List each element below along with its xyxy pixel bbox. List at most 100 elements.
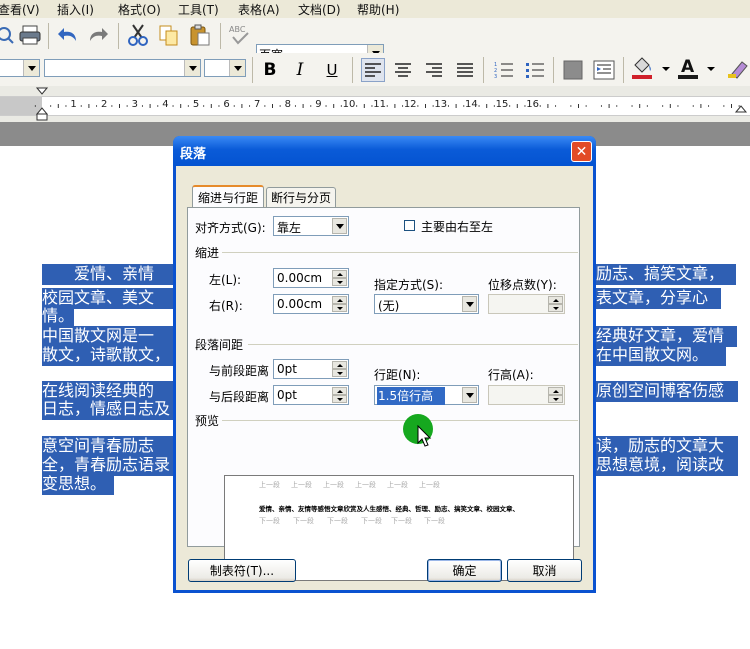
spin-down-icon[interactable] — [548, 395, 563, 403]
text-line[interactable]: 全，青春励志语录 — [42, 455, 173, 476]
close-button[interactable]: ✕ — [571, 141, 592, 162]
paste-icon[interactable] — [188, 23, 212, 47]
printer-icon[interactable] — [18, 23, 42, 47]
spin-up-icon[interactable] — [548, 387, 563, 395]
underline-icon[interactable]: U — [321, 59, 343, 81]
indent-icon[interactable] — [592, 58, 616, 82]
chevron-down-icon[interactable] — [462, 387, 477, 403]
text-line[interactable]: 爱情、亲情 — [42, 264, 173, 285]
spin-up-icon[interactable] — [332, 296, 347, 304]
shading-icon[interactable] — [561, 58, 585, 82]
indent-offset-input[interactable] — [488, 294, 565, 314]
tab-stops-button[interactable]: 制表符(T)... — [188, 559, 296, 582]
menu-table[interactable]: 表格(A) — [238, 1, 280, 18]
font-select[interactable] — [44, 59, 201, 77]
text-line[interactable]: 意空间青春励志 — [42, 436, 173, 457]
chevron-down-icon[interactable] — [23, 60, 39, 76]
chevron-down-icon[interactable] — [184, 60, 200, 76]
line-height-input[interactable] — [488, 385, 565, 405]
tab-line-page-breaks[interactable]: 断行与分页 — [266, 187, 336, 207]
ok-button[interactable]: 确定 — [427, 559, 502, 582]
print-preview-icon[interactable] — [0, 23, 16, 47]
menu-view[interactable]: 查看(V) — [0, 1, 40, 18]
special-indent-select[interactable]: (无) — [374, 294, 479, 314]
text-line[interactable]: 中国散文网是一 — [42, 326, 173, 347]
undo-icon[interactable] — [56, 23, 80, 47]
style-select[interactable] — [0, 59, 40, 77]
chevron-down-icon[interactable] — [707, 67, 715, 71]
line-spacing-select[interactable]: 1.5倍行高 — [374, 385, 479, 405]
cut-icon[interactable] — [126, 23, 150, 47]
spin-up-icon[interactable] — [332, 387, 347, 395]
italic-icon[interactable]: I — [289, 59, 311, 81]
chevron-down-icon[interactable] — [662, 67, 670, 71]
text-line[interactable]: 经典好文章，爱情 — [596, 326, 737, 347]
font-color-icon[interactable]: A — [676, 56, 700, 80]
cancel-button[interactable]: 取消 — [507, 559, 582, 582]
align-left-icon[interactable] — [361, 58, 385, 82]
text-line[interactable]: 读，励志的文章大 — [596, 436, 738, 457]
menu-insert[interactable]: 插入(I) — [57, 1, 94, 18]
font-size-select[interactable] — [204, 59, 246, 77]
bullet-list-icon[interactable] — [523, 58, 547, 82]
spin-up-icon[interactable] — [332, 361, 347, 369]
alignment-select[interactable]: 靠左 — [273, 216, 349, 236]
dialog-titlebar[interactable]: 段落 ✕ — [173, 136, 596, 166]
svg-text:ABC: ABC — [229, 25, 246, 34]
indent-left-input[interactable]: 0.00cm — [273, 268, 349, 288]
chevron-down-icon[interactable] — [229, 60, 245, 76]
copy-icon[interactable] — [157, 23, 181, 47]
text-line[interactable]: 表文章，分享心 — [596, 288, 721, 309]
horizontal-ruler[interactable]: 1 2 3 4 5 6 7 8 9 10 11 12 13 14 15 16 — [0, 86, 750, 123]
ruler-number: 5 — [192, 99, 200, 110]
chevron-down-icon[interactable] — [462, 296, 477, 312]
align-center-icon[interactable] — [391, 58, 415, 82]
ruler-number: 3 — [131, 99, 138, 110]
rtl-checkbox[interactable] — [404, 220, 415, 231]
text-line[interactable]: 日志，情感日志及 — [42, 399, 173, 420]
indent-offset-label: 位移点数(Y): — [488, 278, 557, 292]
preview-sample-text: 爱情、亲情、友情等感悟文章欣赏及人生感悟、经典、哲理、励志、搞笑文章、校园文章、 — [259, 505, 519, 513]
bold-icon[interactable]: B — [259, 59, 281, 81]
menu-help[interactable]: 帮助(H) — [357, 1, 399, 18]
line-spacing-label: 行距(N): — [374, 368, 421, 382]
tab-indent-spacing[interactable]: 缩进与行距 — [192, 185, 264, 207]
indent-marker-icon[interactable] — [36, 86, 48, 122]
text-line[interactable]: 在中国散文网。 — [596, 345, 726, 366]
spin-down-icon[interactable] — [332, 304, 347, 312]
preview-next-mark: 下一段 — [391, 517, 412, 525]
indent-right-input[interactable]: 0.00cm — [273, 294, 349, 314]
text-line[interactable]: 原创空间博客伤感 — [596, 381, 738, 402]
spin-up-icon[interactable] — [548, 296, 563, 304]
highlighter-icon[interactable] — [726, 56, 750, 80]
preview-prev-mark: 上一段 — [291, 481, 312, 489]
text-line[interactable]: 变思想。 — [42, 474, 114, 495]
spellcheck-icon[interactable]: ABC — [228, 23, 252, 47]
space-after-input[interactable]: 0pt — [273, 385, 349, 405]
chevron-down-icon[interactable] — [332, 218, 347, 234]
spin-up-icon[interactable] — [332, 270, 347, 278]
spin-down-icon[interactable] — [332, 278, 347, 286]
text-line[interactable]: 散文，诗歌散文， — [42, 345, 173, 366]
menu-format[interactable]: 格式(O) — [118, 1, 161, 18]
right-indent-marker-icon[interactable] — [734, 96, 748, 114]
numbered-list-icon[interactable]: 123 — [492, 58, 516, 82]
spin-down-icon[interactable] — [548, 304, 563, 312]
dialog-body: 断行与分页 对齐方式(G): 靠左 主要由右至左 缩进 左(L): 0.00cm… — [176, 166, 593, 590]
preview-prev-mark: 上一段 — [259, 481, 280, 489]
align-right-icon[interactable] — [422, 58, 446, 82]
justify-icon[interactable] — [453, 58, 477, 82]
line-height-label: 行高(A): — [488, 368, 534, 382]
menu-document[interactable]: 文档(D) — [298, 1, 341, 18]
text-line[interactable]: 情。 — [42, 306, 74, 327]
redo-icon[interactable] — [86, 23, 110, 47]
spin-down-icon[interactable] — [332, 395, 347, 403]
menu-tools[interactable]: 工具(T) — [178, 1, 219, 18]
text-line[interactable]: 思想意境，阅读改 — [596, 455, 738, 476]
spin-down-icon[interactable] — [332, 369, 347, 377]
line-spacing-value: 1.5倍行高 — [377, 387, 446, 405]
tab-panel: 对齐方式(G): 靠左 主要由右至左 缩进 左(L): 0.00cm 右(R):… — [187, 207, 580, 581]
text-line[interactable]: 励志、搞笑文章， — [596, 264, 736, 285]
fill-color-icon[interactable] — [630, 56, 654, 80]
space-before-input[interactable]: 0pt — [273, 359, 349, 379]
